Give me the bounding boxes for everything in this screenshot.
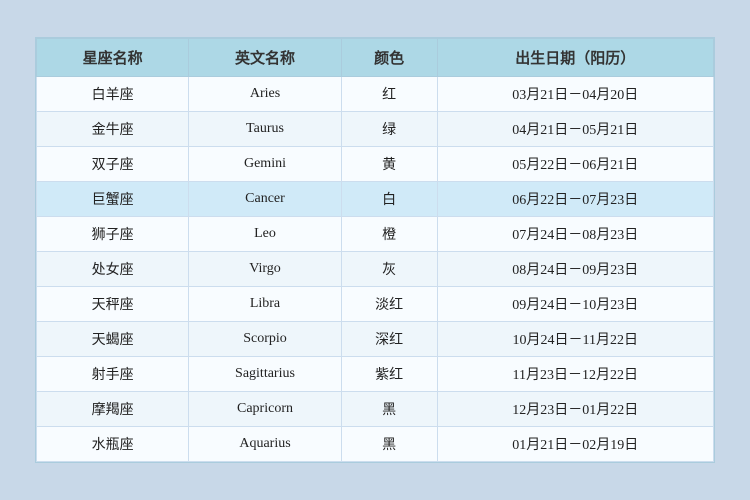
cell-dates: 01月21日－02月19日 [437, 427, 713, 462]
cell-english: Libra [189, 287, 341, 322]
cell-dates: 10月24日－11月22日 [437, 322, 713, 357]
zodiac-table: 星座名称 英文名称 颜色 出生日期（阳历） 白羊座Aries红03月21日－04… [36, 38, 714, 462]
cell-color: 绿 [341, 112, 437, 147]
cell-color: 深红 [341, 322, 437, 357]
cell-chinese: 天秤座 [37, 287, 189, 322]
table-row: 处女座Virgo灰08月24日－09月23日 [37, 252, 714, 287]
table-row: 白羊座Aries红03月21日－04月20日 [37, 77, 714, 112]
cell-color: 黑 [341, 392, 437, 427]
cell-chinese: 处女座 [37, 252, 189, 287]
cell-color: 灰 [341, 252, 437, 287]
cell-dates: 04月21日－05月21日 [437, 112, 713, 147]
table-row: 射手座Sagittarius紫红11月23日－12月22日 [37, 357, 714, 392]
table-row: 水瓶座Aquarius黑01月21日－02月19日 [37, 427, 714, 462]
cell-dates: 03月21日－04月20日 [437, 77, 713, 112]
cell-dates: 05月22日－06月21日 [437, 147, 713, 182]
cell-color: 红 [341, 77, 437, 112]
header-english-name: 英文名称 [189, 39, 341, 77]
table-row: 金牛座Taurus绿04月21日－05月21日 [37, 112, 714, 147]
cell-chinese: 摩羯座 [37, 392, 189, 427]
cell-color: 白 [341, 182, 437, 217]
cell-chinese: 白羊座 [37, 77, 189, 112]
cell-dates: 07月24日－08月23日 [437, 217, 713, 252]
cell-english: Sagittarius [189, 357, 341, 392]
cell-chinese: 巨蟹座 [37, 182, 189, 217]
cell-english: Taurus [189, 112, 341, 147]
cell-color: 黑 [341, 427, 437, 462]
table-row: 摩羯座Capricorn黑12月23日－01月22日 [37, 392, 714, 427]
cell-dates: 08月24日－09月23日 [437, 252, 713, 287]
cell-english: Aquarius [189, 427, 341, 462]
cell-english: Cancer [189, 182, 341, 217]
header-color: 颜色 [341, 39, 437, 77]
cell-chinese: 射手座 [37, 357, 189, 392]
cell-english: Scorpio [189, 322, 341, 357]
cell-english: Leo [189, 217, 341, 252]
cell-color: 淡红 [341, 287, 437, 322]
cell-chinese: 天蝎座 [37, 322, 189, 357]
cell-english: Capricorn [189, 392, 341, 427]
cell-color: 黄 [341, 147, 437, 182]
cell-english: Virgo [189, 252, 341, 287]
table-row: 天蝎座Scorpio深红10月24日－11月22日 [37, 322, 714, 357]
cell-dates: 12月23日－01月22日 [437, 392, 713, 427]
cell-chinese: 狮子座 [37, 217, 189, 252]
table-row: 天秤座Libra淡红09月24日－10月23日 [37, 287, 714, 322]
cell-chinese: 水瓶座 [37, 427, 189, 462]
table-row: 狮子座Leo橙07月24日－08月23日 [37, 217, 714, 252]
cell-dates: 09月24日－10月23日 [437, 287, 713, 322]
cell-color: 紫红 [341, 357, 437, 392]
table-body: 白羊座Aries红03月21日－04月20日金牛座Taurus绿04月21日－0… [37, 77, 714, 462]
cell-color: 橙 [341, 217, 437, 252]
cell-dates: 06月22日－07月23日 [437, 182, 713, 217]
cell-dates: 11月23日－12月22日 [437, 357, 713, 392]
cell-chinese: 金牛座 [37, 112, 189, 147]
cell-chinese: 双子座 [37, 147, 189, 182]
header-chinese-name: 星座名称 [37, 39, 189, 77]
table-row: 巨蟹座Cancer白06月22日－07月23日 [37, 182, 714, 217]
cell-english: Gemini [189, 147, 341, 182]
cell-english: Aries [189, 77, 341, 112]
zodiac-table-container: 星座名称 英文名称 颜色 出生日期（阳历） 白羊座Aries红03月21日－04… [35, 37, 715, 463]
header-birthdate: 出生日期（阳历） [437, 39, 713, 77]
table-header-row: 星座名称 英文名称 颜色 出生日期（阳历） [37, 39, 714, 77]
table-row: 双子座Gemini黄05月22日－06月21日 [37, 147, 714, 182]
